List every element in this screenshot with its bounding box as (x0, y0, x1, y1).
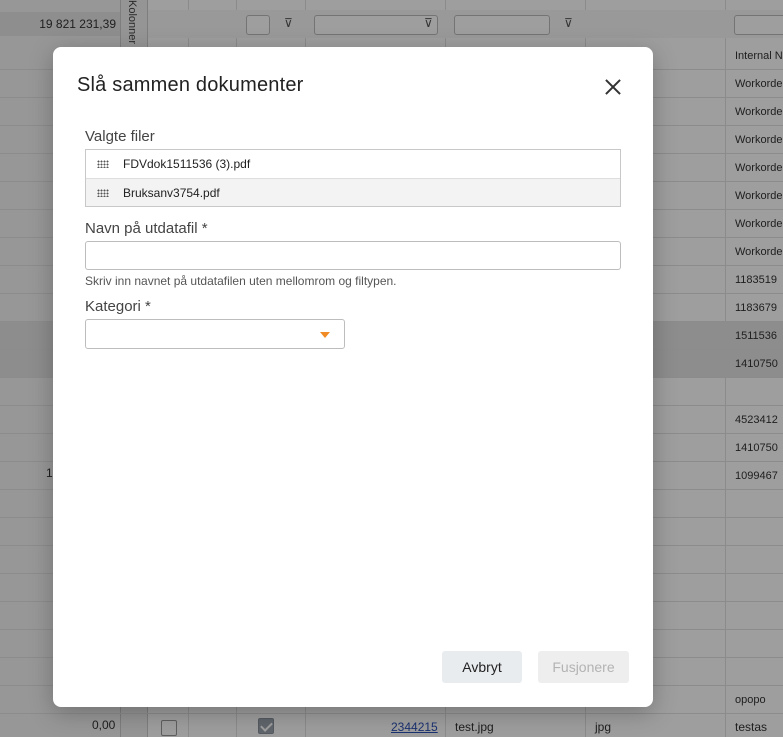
list-item[interactable]: Bruksanv3754.pdf (86, 178, 620, 206)
cancel-button[interactable]: Avbryt (442, 651, 522, 683)
chevron-down-icon (320, 332, 330, 338)
output-name-input[interactable] (85, 241, 621, 270)
category-select[interactable] (85, 319, 345, 349)
selected-files-list: FDVdok1511536 (3).pdf Bruksanv3754.pdf (85, 149, 621, 207)
selected-files-label: Valgte filer (85, 128, 155, 145)
drag-handle-icon[interactable] (97, 160, 109, 168)
close-icon[interactable] (601, 75, 625, 99)
output-name-help: Skriv inn navnet på utdatafilen uten mel… (85, 274, 397, 288)
merge-button[interactable]: Fusjonere (538, 651, 629, 683)
merge-documents-dialog: Slå sammen dokumenter Valgte filer FDVdo… (53, 47, 653, 707)
list-item[interactable]: FDVdok1511536 (3).pdf (86, 150, 620, 178)
output-name-label: Navn på utdatafil * (85, 220, 208, 237)
file-name: FDVdok1511536 (3).pdf (123, 157, 251, 171)
drag-handle-icon[interactable] (97, 189, 109, 197)
category-label: Kategori * (85, 298, 151, 315)
file-name: Bruksanv3754.pdf (123, 186, 220, 200)
dialog-title: Slå sammen dokumenter (77, 74, 304, 96)
